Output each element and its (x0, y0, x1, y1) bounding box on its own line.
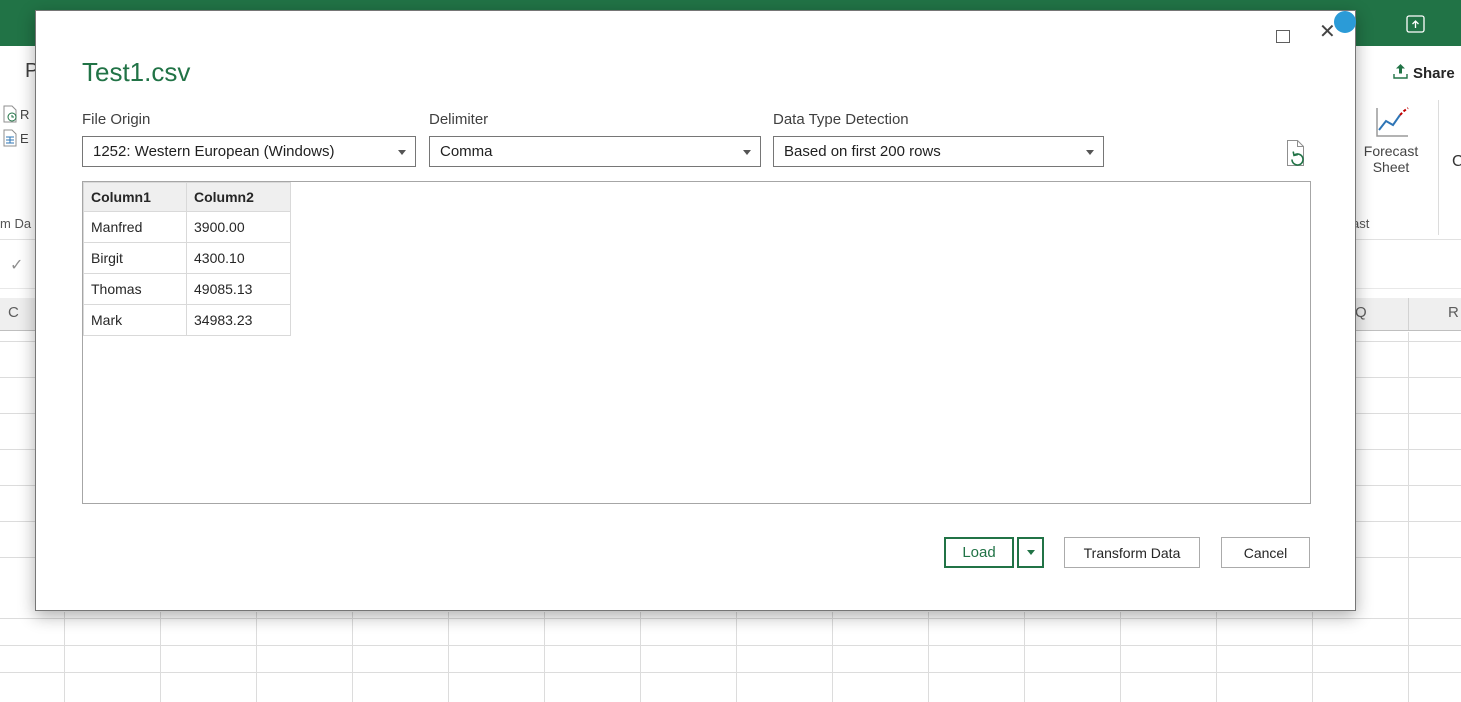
data-type-detection-value: Based on first 200 rows (784, 143, 941, 160)
table-cell: 34983.23 (186, 304, 291, 336)
transform-data-button[interactable]: Transform Data (1064, 537, 1200, 568)
delimiter-dropdown[interactable]: Comma (429, 136, 761, 167)
preview-table: Column1 Column2 Manfred 3900.00 Birgit 4… (83, 182, 291, 336)
file-origin-value: 1252: Western European (Windows) (93, 143, 335, 160)
load-button[interactable]: Load (944, 537, 1014, 568)
ribbon-button-fragment-right[interactable]: C (1452, 153, 1461, 171)
table-row: Birgit 4300.10 (83, 242, 291, 274)
column-header-q[interactable]: Q (1355, 304, 1367, 321)
existing-connections-label-fragment[interactable]: E (20, 131, 29, 146)
dialog-title: Test1.csv (82, 57, 191, 87)
forecast-sheet-button[interactable]: Forecast Sheet (1360, 106, 1422, 175)
cancel-button[interactable]: Cancel (1221, 537, 1310, 568)
data-preview-pane: Column1 Column2 Manfred 3900.00 Birgit 4… (82, 181, 1311, 504)
transform-data-label: Transform Data (1083, 544, 1181, 561)
share-icon (1392, 63, 1409, 84)
table-cell: Mark (83, 304, 187, 336)
account-avatar[interactable] (1334, 11, 1356, 33)
forecast-sheet-label-line1: Forecast (1363, 143, 1419, 159)
table-cell: 49085.13 (186, 273, 291, 305)
delimiter-label: Delimiter (429, 111, 489, 128)
file-origin-label: File Origin (82, 111, 151, 128)
worksheet-grid-bottom[interactable] (0, 612, 1461, 702)
chevron-down-icon (1086, 150, 1094, 155)
table-header-row: Column1 Column2 (83, 182, 291, 212)
load-button-label: Load (962, 544, 996, 561)
table-cell: Manfred (83, 211, 187, 243)
data-type-detection-label: Data Type Detection (773, 111, 909, 128)
chevron-down-icon (743, 150, 751, 155)
ribbon-group-label-fragment-left: m Da (0, 216, 32, 231)
table-row: Manfred 3900.00 (83, 211, 291, 243)
data-type-detection-dropdown[interactable]: Based on first 200 rows (773, 136, 1104, 167)
recent-sources-icon[interactable] (2, 105, 18, 128)
table-cell: Thomas (83, 273, 187, 305)
cancel-button-label: Cancel (1243, 544, 1288, 561)
table-row: Thomas 49085.13 (83, 273, 291, 305)
table-cell: 3900.00 (186, 211, 291, 243)
close-icon[interactable]: ✕ (1319, 22, 1336, 42)
table-cell: Birgit (83, 242, 187, 274)
recent-sources-label-fragment[interactable]: R (20, 107, 29, 122)
maximize-icon[interactable] (1276, 30, 1290, 43)
chevron-down-icon (398, 150, 406, 155)
ribbon-group-separator (1438, 100, 1439, 235)
formula-bar-checkmark-icon[interactable]: ✓ (10, 255, 23, 275)
chevron-down-icon (1026, 550, 1035, 555)
forecast-sheet-label-line2: Sheet (1372, 159, 1410, 175)
excel-window: P R E m Da ✓ Share Forecast Sheet C ast … (0, 0, 1461, 702)
existing-connections-icon[interactable] (2, 129, 18, 152)
column-header-c[interactable]: C (8, 304, 19, 321)
table-row: Mark 34983.23 (83, 304, 291, 336)
load-split-arrow-button[interactable] (1017, 537, 1044, 568)
column1-header[interactable]: Column1 (83, 182, 187, 212)
share-label: Share (1413, 65, 1455, 82)
table-cell: 4300.10 (186, 242, 291, 274)
delimiter-value: Comma (440, 143, 493, 160)
share-button[interactable]: Share (1392, 63, 1455, 84)
file-origin-dropdown[interactable]: 1252: Western European (Windows) (82, 136, 416, 167)
column-header-divider (1408, 298, 1409, 330)
forecast-sheet-icon (1372, 107, 1410, 143)
csv-import-dialog: Test1.csv ✕ File Origin 1252: Western Eu… (35, 10, 1356, 611)
ribbon-display-options-icon[interactable] (1406, 15, 1425, 33)
column-header-r[interactable]: R (1448, 304, 1459, 321)
refresh-preview-icon[interactable] (1284, 139, 1308, 167)
column2-header[interactable]: Column2 (186, 182, 291, 212)
grid-column-line (1408, 332, 1409, 612)
